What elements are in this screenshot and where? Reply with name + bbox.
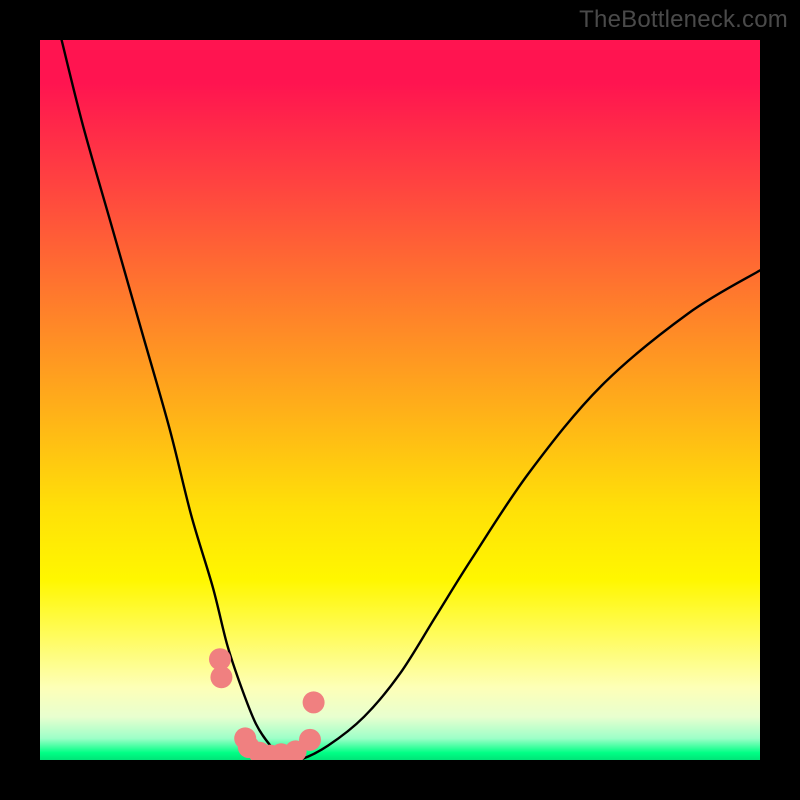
- bottleneck-chart: [40, 40, 760, 760]
- marker-dot: [210, 666, 232, 688]
- bottleneck-curve-path: [62, 40, 760, 760]
- watermark-text: TheBottleneck.com: [579, 6, 788, 34]
- marker-dot: [299, 729, 321, 751]
- marker-group: [209, 648, 325, 760]
- marker-dot: [303, 691, 325, 713]
